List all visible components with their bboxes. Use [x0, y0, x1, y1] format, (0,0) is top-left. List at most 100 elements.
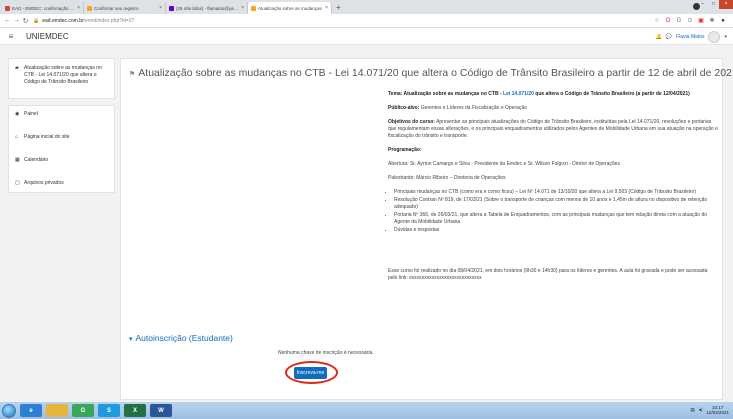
course-title: Atualização sobre as mudanças no CTB - L…: [138, 67, 733, 79]
extension-icon[interactable]: G: [676, 18, 682, 24]
back-icon[interactable]: ←: [3, 17, 12, 24]
sidebar-item-home[interactable]: ⌂ Página inicial do site: [9, 129, 114, 146]
gmail-favicon-icon: [5, 5, 10, 11]
enrol-section-title[interactable]: ▾ Autoinscrição (Estudante): [129, 333, 233, 343]
ie-icon[interactable]: e: [20, 404, 42, 417]
close-tab-icon[interactable]: ×: [159, 5, 162, 11]
tema-paragraph: Tema: Atualização sobre as mudanças no C…: [388, 91, 718, 98]
browser-tab-strip: EAD - EMDEC: confirmação de c × Confirma…: [0, 0, 733, 14]
avatar[interactable]: [708, 31, 721, 43]
close-tab-icon[interactable]: ×: [77, 5, 80, 11]
user-menu: 🔔 💬 Flavia Matos ▾: [656, 31, 727, 43]
lock-icon: 🔒: [33, 17, 40, 24]
sidebar-item-label: Calendário: [24, 157, 49, 163]
close-tab-icon[interactable]: ×: [325, 5, 328, 11]
publico-paragraph: Público-alvo: Gerentes e Líderes da Fisc…: [388, 105, 718, 112]
sidebar-item-course[interactable]: ▰ Atualização sobre as mudanças no CTB -…: [9, 59, 114, 92]
user-name[interactable]: Flavia Matos: [676, 34, 704, 40]
sidebar-item-label: Página inicial do site: [24, 134, 70, 140]
messages-icon[interactable]: 💬: [666, 34, 672, 40]
window-close-icon[interactable]: ×: [719, 0, 733, 9]
word-icon[interactable]: W: [150, 404, 172, 417]
list-item: Principais mudanças no CTB (como era e c…: [394, 189, 718, 196]
left-drawer: ▰ Atualização sobre as mudanças no CTB -…: [8, 58, 115, 193]
sidebar-item-label: Painel: [24, 111, 38, 117]
chevron-down-icon[interactable]: ▾: [724, 34, 727, 40]
chrome-icon[interactable]: G: [72, 404, 94, 417]
programacao-heading: Programação:: [388, 147, 422, 153]
menu-toggle-icon[interactable]: ≡: [0, 32, 22, 41]
sidebar-item-label: Atualização sobre as mudanças no CTB - L…: [24, 65, 102, 85]
calendar-icon: ▦: [15, 157, 20, 163]
clock[interactable]: 10:17 12/04/2021: [706, 405, 729, 415]
tab-title: Atualização sobre as mudanças: [258, 5, 322, 11]
course-summary: Tema: Atualização sobre as mudanças no C…: [388, 91, 718, 289]
tab-title: (25 não lidos) - flamatos@yahoo: [176, 5, 240, 11]
network-icon[interactable]: ▤: [690, 407, 694, 413]
reload-icon[interactable]: ↻: [21, 17, 30, 25]
tema-rest: que altera o Código de Trânsito Brasilei…: [533, 91, 690, 97]
extensions-puzzle-icon[interactable]: ✱: [709, 17, 715, 24]
dashboard-icon: ◉: [15, 111, 20, 117]
list-item: Portaria Nº 366, de 26/03/21, que altera…: [394, 212, 718, 226]
main-region: ⚑ Atualização sobre as mudanças no CTB - …: [120, 58, 733, 400]
no-key-text: Nenhuma chave de inscrição é necessária.: [278, 350, 374, 356]
site-brand[interactable]: UNIEMDEC: [26, 32, 69, 41]
browser-tab-active[interactable]: Atualização sobre as mudanças ×: [248, 2, 332, 14]
sidebar-item-label: Arquivos privados: [24, 180, 64, 186]
browser-tab[interactable]: EAD - EMDEC: confirmação de c ×: [2, 2, 84, 14]
highlight-ring-annotation: [285, 361, 338, 384]
maximize-icon[interactable]: □: [708, 0, 719, 9]
lei-link[interactable]: Lei 14.071/20: [503, 91, 534, 97]
new-tab-button[interactable]: +: [332, 2, 345, 14]
account-icon[interactable]: ●: [720, 18, 726, 24]
volume-icon[interactable]: ◂): [699, 407, 703, 413]
url-path: /enrol/index.php?id=27: [83, 17, 135, 24]
tema-label: Tema: Atualização sobre as mudanças no C…: [388, 91, 504, 97]
star-icon[interactable]: ☆: [654, 17, 660, 24]
palestrante-text: Palestrante: Márcio Ribeiro – Diretoria …: [388, 175, 506, 181]
moodle-favicon-icon: [251, 5, 256, 11]
list-item: Dúvidas e respostas: [394, 227, 718, 234]
browser-tab[interactable]: (25 não lidos) - flamatos@yahoo ×: [166, 2, 248, 14]
folder-icon[interactable]: [46, 404, 68, 417]
os-taskbar: e G S X W ▤ ◂) 10:17 12/04/2021: [0, 402, 733, 419]
objetivos-paragraph: Objetivos do curso: Apresentar as princi…: [388, 119, 718, 140]
chevron-down-icon: ▾: [129, 336, 133, 343]
sidebar-item-private-files[interactable]: ▢ Arquivos privados: [9, 175, 114, 192]
abertura-text: Abertura: Sr. Ayrton Camargo e Silva - P…: [388, 161, 620, 167]
topics-list: Principais mudanças no CTB (como era e c…: [394, 189, 718, 234]
mail-favicon-icon: [169, 5, 174, 11]
url-input[interactable]: 🔒 ead.emdec.com.br/enrol/index.php?id=27: [33, 16, 654, 26]
objetivos-text: Apresentar as principais atualizações do…: [388, 119, 718, 139]
window-controls: – □ ×: [697, 0, 733, 9]
forward-icon[interactable]: →: [12, 17, 21, 24]
start-icon[interactable]: [2, 403, 16, 418]
objetivos-label: Objetivos do curso:: [388, 119, 435, 125]
programacao-label: Programação:: [388, 147, 718, 154]
extension-icon[interactable]: ▣: [698, 17, 704, 24]
system-tray: ▤ ◂) 10:17 12/04/2021: [690, 405, 729, 415]
recording-note: Esse curso foi realizado no dia 08/04/20…: [388, 268, 708, 281]
extension-icon[interactable]: ⊙: [687, 17, 693, 24]
close-tab-icon[interactable]: ×: [241, 5, 244, 11]
extensions-area: ☆ O G ⊙ ▣ ✱ ●: [654, 17, 726, 25]
excel-icon[interactable]: X: [124, 404, 146, 417]
list-item: Resolução Contran Nº 819, de 17/03/21 (S…: [394, 197, 718, 211]
skype-icon[interactable]: S: [98, 404, 120, 417]
notifications-bell-icon[interactable]: 🔔: [656, 34, 662, 40]
sidebar-item-painel[interactable]: ◉ Painel: [9, 106, 114, 123]
site-navbar: ≡ UNIEMDEC 🔔 💬 Flavia Matos ▾: [0, 29, 733, 45]
clock-date: 12/04/2021: [706, 410, 729, 415]
tab-title: EAD - EMDEC: confirmação de c: [12, 5, 76, 11]
browser-tab[interactable]: Confirmar seu registro ×: [84, 2, 166, 14]
course-icon: ▰: [15, 65, 19, 71]
opera-extension-icon[interactable]: O: [665, 18, 671, 24]
home-icon: ⌂: [15, 134, 19, 140]
section-title: Autoinscrição (Estudante): [135, 333, 233, 343]
minimize-icon[interactable]: –: [697, 0, 708, 9]
publico-label: Público-alvo:: [388, 105, 420, 111]
course-nav-box: ▰ Atualização sobre as mudanças no CTB -…: [8, 58, 115, 99]
sidebar-item-calendar[interactable]: ▦ Calendário: [9, 152, 114, 169]
moodle-favicon-icon: [87, 5, 92, 11]
